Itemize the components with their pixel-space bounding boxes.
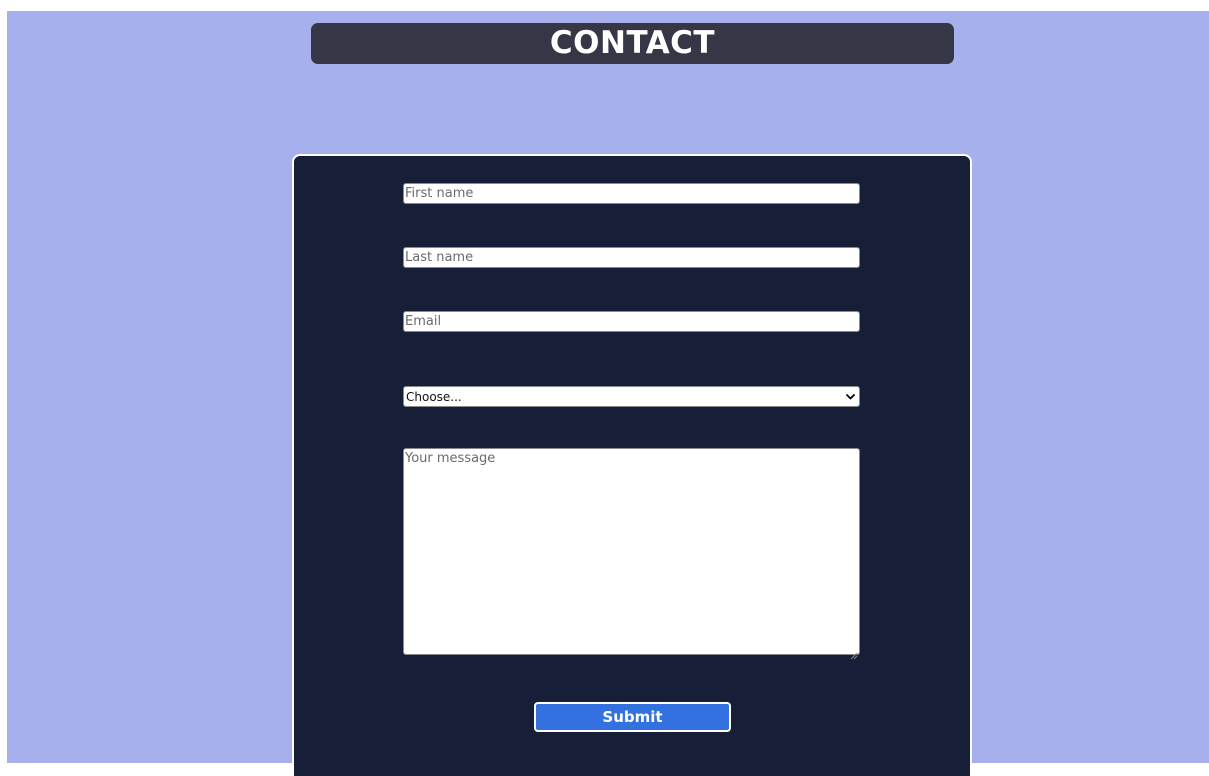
subject-select[interactable]: Choose... <box>403 386 860 407</box>
first-name-field[interactable] <box>403 183 860 204</box>
last-name-field[interactable] <box>403 247 860 268</box>
page-background: CONTACT Choose... Submit <box>7 11 1209 776</box>
chevron-down-icon <box>846 392 855 401</box>
submit-button[interactable]: Submit <box>534 702 731 732</box>
contact-form: Choose... Submit <box>292 154 972 776</box>
page-title: CONTACT <box>549 25 716 61</box>
resize-handle-icon[interactable] <box>850 645 858 660</box>
title-bar: CONTACT <box>311 23 954 64</box>
subject-select-value: Choose... <box>406 389 462 404</box>
email-field[interactable] <box>403 311 860 332</box>
message-field[interactable] <box>403 448 860 655</box>
